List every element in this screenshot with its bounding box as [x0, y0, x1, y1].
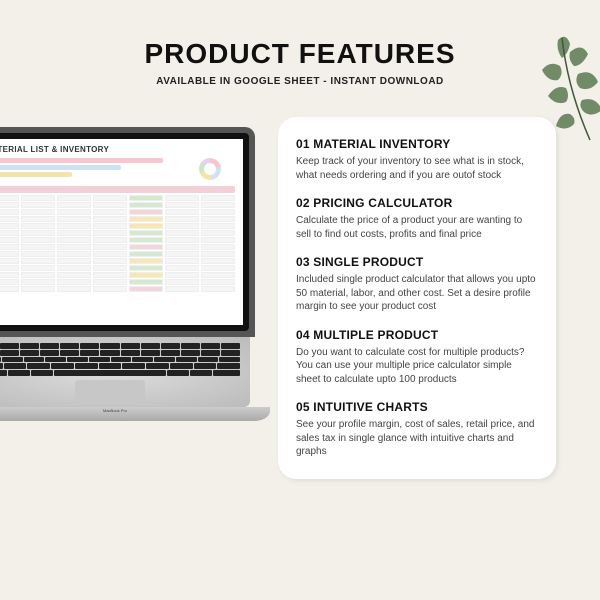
features-card: 01 MATERIAL INVENTORY Keep track of your…: [278, 117, 556, 479]
feature-item: 02 PRICING CALCULATOR Calculate the pric…: [296, 196, 538, 241]
feature-item: 05 INTUITIVE CHARTS See your profile mar…: [296, 400, 538, 459]
feature-desc: Included single product calculator that …: [296, 273, 538, 314]
leaf-decoration: [520, 30, 600, 150]
feature-desc: Do you want to calculate cost for multip…: [296, 346, 538, 387]
feature-title: 05 INTUITIVE CHARTS: [296, 400, 538, 414]
page-subtitle: AVAILABLE IN GOOGLE SHEET - INSTANT DOWN…: [0, 76, 600, 87]
bar-chart-row: [0, 158, 163, 163]
feature-title: 01 MATERIAL INVENTORY: [296, 137, 538, 151]
sheet-title: MATERIAL LIST & INVENTORY: [0, 145, 235, 154]
feature-title: 02 PRICING CALCULATOR: [296, 196, 538, 210]
feature-item: 04 MULTIPLE PRODUCT Do you want to calcu…: [296, 328, 538, 387]
feature-item: 03 SINGLE PRODUCT Included single produc…: [296, 255, 538, 314]
bar-chart-row: [0, 165, 121, 170]
spreadsheet-preview: MATERIAL LIST & INVENTORY: [0, 139, 243, 325]
donut-chart-icon: [199, 158, 221, 180]
feature-item: 01 MATERIAL INVENTORY Keep track of your…: [296, 137, 538, 182]
table-header: [0, 186, 235, 193]
page-title: PRODUCT FEATURES: [0, 0, 600, 70]
bar-chart-row: [0, 172, 72, 177]
laptop-brand: MacBook Pro: [0, 408, 270, 413]
laptop-keyboard: [0, 337, 250, 407]
feature-desc: Calculate the price of a product your ar…: [296, 214, 538, 241]
feature-desc: See your profile margin, cost of sales, …: [296, 418, 538, 459]
laptop-mockup: MATERIAL LIST & INVENTORY: [0, 127, 260, 421]
feature-title: 04 MULTIPLE PRODUCT: [296, 328, 538, 342]
feature-desc: Keep track of your inventory to see what…: [296, 155, 538, 182]
feature-title: 03 SINGLE PRODUCT: [296, 255, 538, 269]
